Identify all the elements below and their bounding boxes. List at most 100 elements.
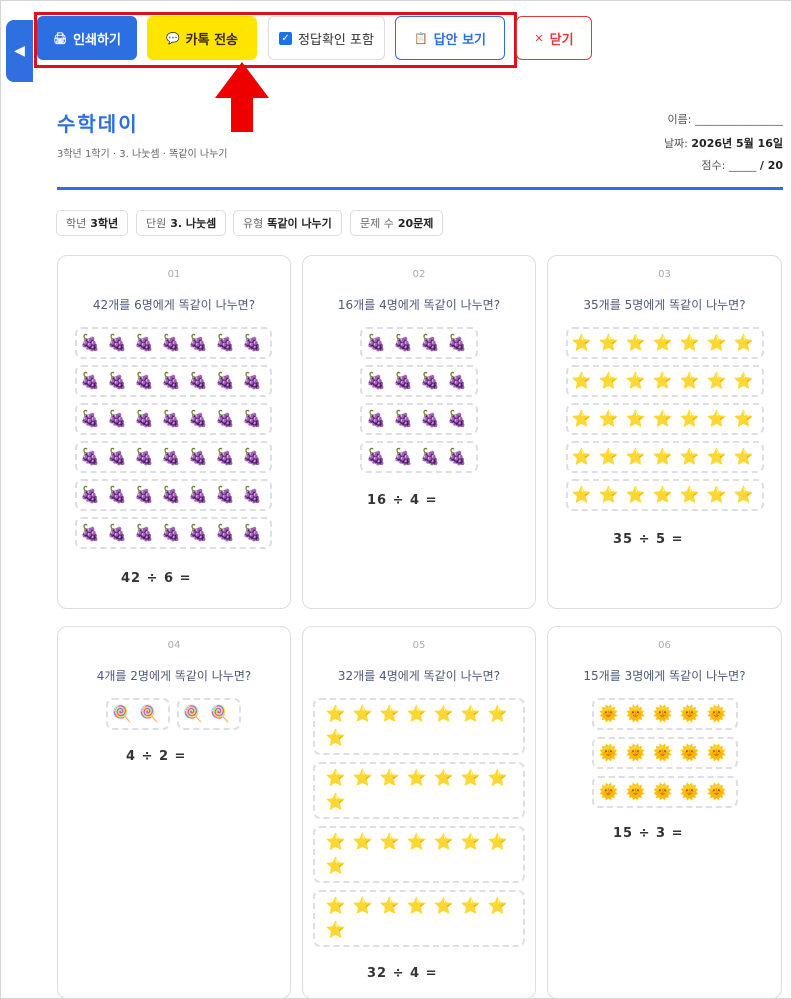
sun-icon: 🌞 bbox=[652, 743, 673, 762]
grape-icon: 🍇 bbox=[215, 371, 235, 390]
star-icon: ⭐ bbox=[325, 896, 346, 915]
kakao-send-button[interactable]: 💬 카톡 전송 bbox=[147, 16, 257, 60]
score-total: / 20 bbox=[759, 159, 783, 172]
grape-icon: 🍇 bbox=[188, 523, 208, 542]
sun-icon: 🌞 bbox=[706, 782, 727, 801]
problem-number: 04 bbox=[167, 640, 181, 651]
star-icon: ⭐ bbox=[325, 856, 346, 875]
grape-icon: 🍇 bbox=[161, 523, 181, 542]
star-icon: ⭐ bbox=[487, 704, 508, 723]
grape-icon: 🍇 bbox=[134, 371, 154, 390]
grape-icon: 🍇 bbox=[215, 409, 235, 428]
grape-icon: 🍇 bbox=[366, 409, 386, 428]
grape-icon: 🍇 bbox=[242, 523, 262, 542]
grape-icon: 🍇 bbox=[242, 485, 262, 504]
star-icon: ⭐ bbox=[679, 485, 700, 504]
grape-icon: 🍇 bbox=[134, 485, 154, 504]
grape-icon: 🍇 bbox=[188, 447, 208, 466]
grape-icon: 🍇 bbox=[107, 485, 127, 504]
star-icon: ⭐ bbox=[460, 704, 481, 723]
problem-number: 02 bbox=[412, 269, 426, 280]
problem-number: 01 bbox=[167, 269, 181, 280]
grape-icon: 🍇 bbox=[420, 333, 440, 352]
print-label: 인쇄하기 bbox=[73, 32, 121, 48]
include-answers-toggle[interactable]: ✓ 정답확인 포함 bbox=[268, 16, 385, 60]
star-icon: ⭐ bbox=[625, 409, 646, 428]
checkbox-checked-icon[interactable]: ✓ bbox=[279, 31, 293, 45]
star-icon: ⭐ bbox=[325, 920, 346, 939]
star-icon: ⭐ bbox=[598, 485, 619, 504]
star-icon: ⭐ bbox=[652, 333, 673, 352]
grape-icon: 🍇 bbox=[420, 371, 440, 390]
star-icon: ⭐ bbox=[652, 371, 673, 390]
grape-icon: 🍇 bbox=[188, 371, 208, 390]
page-subtitle: 3학년 1학기 · 3. 나눗셈 · 똑같이 나누기 bbox=[57, 149, 228, 160]
grape-icon: 🍇 bbox=[107, 447, 127, 466]
grape-icon: 🍇 bbox=[80, 371, 100, 390]
problem-text: 32개를 4명에게 똑같이 나누면? bbox=[337, 669, 501, 683]
close-button[interactable]: ✕ 닫기 bbox=[516, 16, 592, 60]
grape-icon: 🍇 bbox=[420, 447, 440, 466]
grape-icon: 🍇 bbox=[242, 333, 262, 352]
star-icon: ⭐ bbox=[571, 447, 592, 466]
header-divider bbox=[57, 187, 783, 190]
close-label: 닫기 bbox=[549, 32, 574, 48]
sidebar-toggle[interactable]: ◀ bbox=[6, 20, 33, 82]
grape-icon: 🍇 bbox=[80, 485, 100, 504]
problem-text: 42개를 6명에게 똑같이 나누면? bbox=[92, 298, 256, 312]
lollipop-icon: 🍭 bbox=[112, 704, 132, 723]
grape-icon: 🍇 bbox=[80, 523, 100, 542]
grape-icon: 🍇 bbox=[161, 485, 181, 504]
star-icon: ⭐ bbox=[706, 447, 727, 466]
grape-icon: 🍇 bbox=[215, 333, 235, 352]
printer-icon: 🖨 bbox=[53, 31, 68, 45]
page-title: 수학데이 bbox=[57, 112, 139, 136]
star-icon: ⭐ bbox=[679, 447, 700, 466]
lollipop-icon: 🍭 bbox=[139, 704, 159, 723]
show-answers-button[interactable]: 📋 답안 보기 bbox=[395, 16, 505, 60]
grape-icon: 🍇 bbox=[161, 447, 181, 466]
star-icon: ⭐ bbox=[652, 409, 673, 428]
kakao-label: 카톡 전송 bbox=[185, 32, 239, 48]
star-icon: ⭐ bbox=[352, 832, 373, 851]
grape-icon: 🍇 bbox=[188, 333, 208, 352]
sun-icon: 🌞 bbox=[706, 704, 727, 723]
star-icon: ⭐ bbox=[625, 485, 646, 504]
star-icon: ⭐ bbox=[706, 333, 727, 352]
star-icon: ⭐ bbox=[325, 832, 346, 851]
star-icon: ⭐ bbox=[325, 728, 346, 747]
grape-icon: 🍇 bbox=[447, 333, 467, 352]
star-icon: ⭐ bbox=[379, 896, 400, 915]
name-field: 이름: ________________ bbox=[668, 111, 783, 127]
problem-number: 05 bbox=[412, 640, 426, 651]
grape-icon: 🍇 bbox=[215, 485, 235, 504]
grape-icon: 🍇 bbox=[107, 523, 127, 542]
star-icon: ⭐ bbox=[460, 768, 481, 787]
sun-icon: 🌞 bbox=[625, 782, 646, 801]
grape-icon: 🍇 bbox=[80, 447, 100, 466]
chip-value: 똑같이 나누기 bbox=[267, 217, 332, 230]
star-icon: ⭐ bbox=[433, 768, 454, 787]
grape-icon: 🍇 bbox=[134, 409, 154, 428]
grape-icon: 🍇 bbox=[242, 447, 262, 466]
grape-icon: 🍇 bbox=[366, 333, 386, 352]
chevron-left-icon: ◀ bbox=[14, 43, 25, 59]
grape-icon: 🍇 bbox=[447, 447, 467, 466]
print-button[interactable]: 🖨 인쇄하기 bbox=[37, 16, 137, 60]
grape-icon: 🍇 bbox=[215, 447, 235, 466]
grape-icon: 🍇 bbox=[215, 523, 235, 542]
speech-bubble-icon: 💬 bbox=[165, 31, 180, 45]
star-icon: ⭐ bbox=[406, 768, 427, 787]
star-icon: ⭐ bbox=[733, 409, 754, 428]
star-icon: ⭐ bbox=[598, 409, 619, 428]
star-icon: ⭐ bbox=[571, 485, 592, 504]
equation: 16 ÷ 4 = bbox=[367, 493, 438, 508]
name-blank: ________________ bbox=[695, 113, 783, 126]
star-icon: ⭐ bbox=[325, 768, 346, 787]
star-icon: ⭐ bbox=[352, 768, 373, 787]
star-icon: ⭐ bbox=[487, 832, 508, 851]
star-icon: ⭐ bbox=[571, 409, 592, 428]
star-icon: ⭐ bbox=[433, 896, 454, 915]
grape-icon: 🍇 bbox=[107, 333, 127, 352]
grape-icon: 🍇 bbox=[242, 371, 262, 390]
